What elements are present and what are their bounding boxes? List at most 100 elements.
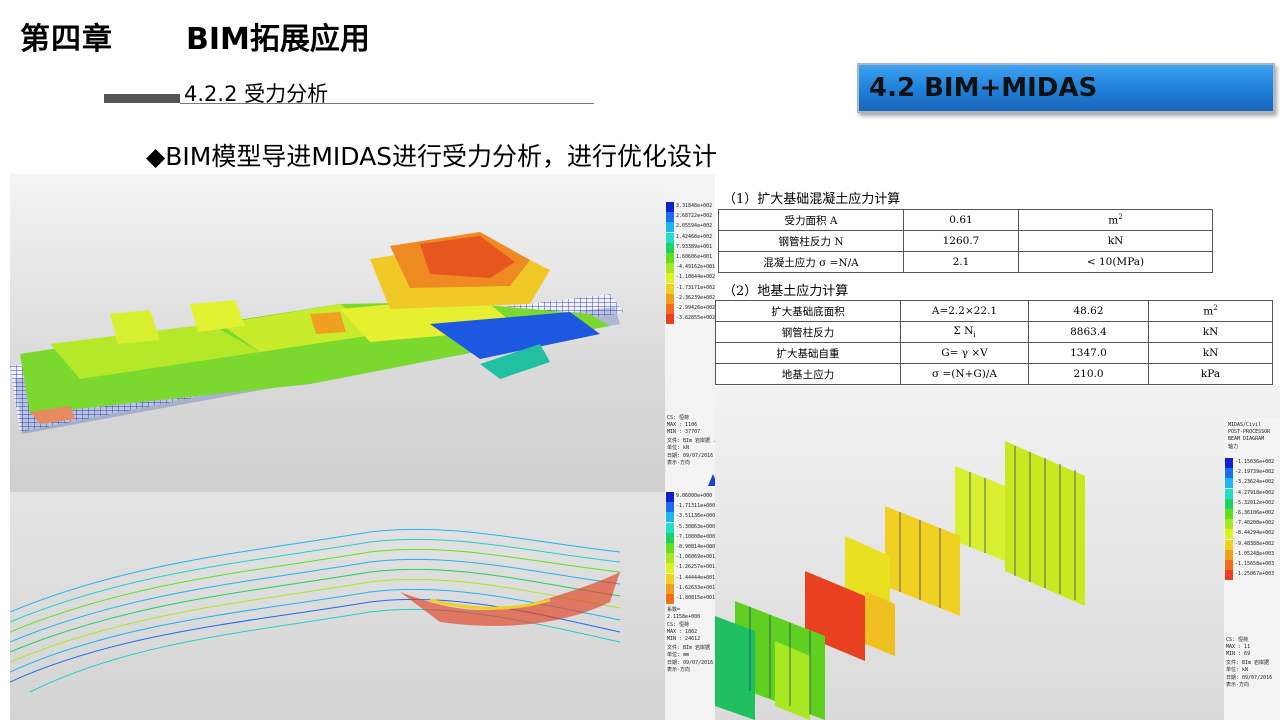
legend-swatch: [666, 293, 674, 304]
table-row: 扩大基础自重 G= γ ×V 1347.0 kN: [715, 342, 1273, 364]
legend-value: 2.05594e+002: [676, 223, 713, 230]
row-formula: Σ Ni: [900, 321, 1029, 343]
legend-value: -9.48388e+002: [1235, 540, 1275, 547]
legend-row: -1.06069e+001: [665, 553, 715, 564]
legend-header-line: BEAM DIAGRAM: [1228, 436, 1265, 442]
legend-value: -7.40200e+002: [1235, 520, 1275, 527]
legend-footer-line: MAX : 1862: [667, 628, 698, 635]
legend-swatch: [666, 202, 674, 212]
legend-swatch: [666, 212, 674, 223]
legend-footer-line: 日期: 09/07/2016: [667, 452, 714, 459]
table-row: 混凝土应力 σ =N/A 2.1 < 10(MPa): [718, 251, 1213, 273]
legend-value: 9.06000e+000: [676, 493, 713, 499]
legend-footer-line: 系数=: [667, 607, 681, 613]
legend-swatch: [1225, 560, 1233, 570]
row-name: 扩大基础自重: [715, 342, 901, 364]
legend-footer-line: MIN : 69: [1226, 651, 1251, 657]
legend-footer-line: CS: 恒荷: [1226, 637, 1249, 643]
legend-row: -8.90814e+000: [665, 543, 715, 553]
legend-swatch: [666, 583, 674, 594]
row-unit: kPa: [1148, 363, 1273, 385]
displacement-wireframe-render: [10, 528, 621, 693]
legend-value: -3.23624e+002: [1235, 479, 1275, 486]
legend-row: -7.10008e+000: [665, 532, 715, 543]
legend-value: -1.05248e+003: [1235, 550, 1275, 557]
legend-swatch: [666, 253, 674, 263]
table-row: 地基土应力 σ =(N+G)/A 210.0 kPa: [715, 363, 1273, 385]
legend-row: -3.23624e+002: [1224, 478, 1280, 489]
legend-value: -8.90814e+000: [676, 544, 716, 550]
row-value: 1347.0: [1028, 342, 1149, 364]
legend-swatch: [666, 573, 674, 584]
legend-value: -1.62633e+001: [676, 584, 716, 591]
legend-value: 1.60606e+001: [676, 254, 713, 260]
legend-swatch: [666, 502, 674, 513]
legend-row: -5.32012e+002: [1224, 498, 1280, 509]
row-unit: kN: [1148, 342, 1273, 364]
unit-text: kPa: [1200, 368, 1221, 380]
legend-swatch: [666, 532, 674, 543]
concrete-stress-table: 受力面积 A 0.61 m2 钢管柱反力 N 1260.7 kN 混凝土应力 σ =N/A 2…: [718, 209, 1213, 273]
legend-footer-line: CS: 恒荷: [667, 415, 690, 421]
table2-title: （2）地基土应力计算: [723, 284, 849, 299]
legend-row: 7.93389e+001: [665, 242, 715, 253]
row-value: 2.1: [903, 251, 1019, 273]
slide: { "header": { "chapter": "第四章", "title":…: [0, 0, 1280, 720]
legend-row: 1.60606e+001: [665, 253, 715, 263]
legend-row: -3.62855e+002: [665, 314, 715, 325]
formula-text: σ =(N+G)/A: [932, 368, 997, 380]
row-value: 0.61: [903, 209, 1019, 231]
displacement-wireframe-model: [10, 492, 665, 720]
legend-row: 9.06000e+000: [665, 492, 715, 502]
legend-swatch: [666, 543, 674, 553]
axial-force-legend: MIDAS/Civil POST-PROCESSOR BEAM DIAGRAM 轴力 -…: [1224, 418, 1280, 720]
legend-value: -5.30863e+000: [676, 523, 716, 530]
legend-header-line: 轴力: [1228, 444, 1239, 450]
legend-swatch: [1225, 529, 1233, 540]
chapter-title: BIM拓展应用: [186, 22, 370, 57]
chapter-number: 第四章: [20, 22, 113, 57]
legend-swatch: [666, 522, 674, 533]
row-value: 48.62: [1028, 300, 1149, 322]
legend-swatch: [1225, 488, 1233, 499]
row-formula: σ =(N+G)/A: [900, 363, 1029, 385]
legend-footer-line: 文件: BIm 岩岸据 ...: [667, 437, 723, 444]
legend-row: -4.49162e+001: [665, 263, 716, 274]
legend-footer-line: MAX : 1106: [667, 421, 698, 428]
legend-value: -4.49162e+001: [676, 264, 716, 271]
legend-swatch: [1225, 498, 1233, 509]
legend-value: -1.10844e+002: [676, 274, 716, 281]
row-name: 钢管柱反力 N: [718, 230, 904, 252]
legend-footer-line: 日期: 09/07/2016: [667, 659, 714, 666]
row-formula: A=2.2×22.1: [900, 300, 1029, 322]
row-formula: G= γ ×V: [900, 342, 1029, 364]
legend-value: -1.71311e+000: [676, 503, 716, 510]
legend-footer-line: 日期: 09/07/2016: [1226, 674, 1273, 681]
legend-value: -1.15036e+002: [1235, 459, 1275, 465]
legend-row: -1.26257e+001: [665, 563, 715, 574]
legend-value: -4.27918e+002: [1235, 489, 1275, 496]
beam-diagram-render: [715, 441, 1275, 720]
legend-row: -8.44294e+002: [1224, 529, 1280, 540]
legend-value: -1.25067e+003: [1235, 571, 1275, 578]
section-title: 4.2.2 受力分析: [184, 82, 329, 106]
legend-row: -4.27918e+002: [1224, 488, 1280, 499]
legend-row: -3.51136e+000: [665, 512, 716, 523]
formula-text: A=2.2×22.1: [931, 305, 998, 317]
legend-swatch: [666, 314, 674, 325]
unit-text: m: [1108, 214, 1119, 227]
row-name: 地基土应力: [715, 363, 901, 385]
legend-value: 2.68722e+002: [676, 213, 713, 220]
legend-row: -1.44444e+001: [665, 573, 716, 584]
legend-swatch: [666, 273, 674, 284]
formula-text: Σ N: [953, 324, 974, 337]
legend-row: -2.19739e+002: [1224, 468, 1280, 479]
legend-swatch: [1225, 539, 1233, 550]
legend-value: -1.44444e+001: [676, 574, 716, 581]
legend-swatch: [666, 492, 674, 502]
legend-value: -3.51136e+000: [676, 513, 716, 520]
legend-row: -7.40200e+002: [1224, 519, 1280, 530]
legend-footer-line: 文件: BIm 岩岸据: [1226, 659, 1270, 666]
legend-swatch: [666, 283, 674, 294]
legend-footer-line: 表示-方向: [667, 460, 691, 466]
